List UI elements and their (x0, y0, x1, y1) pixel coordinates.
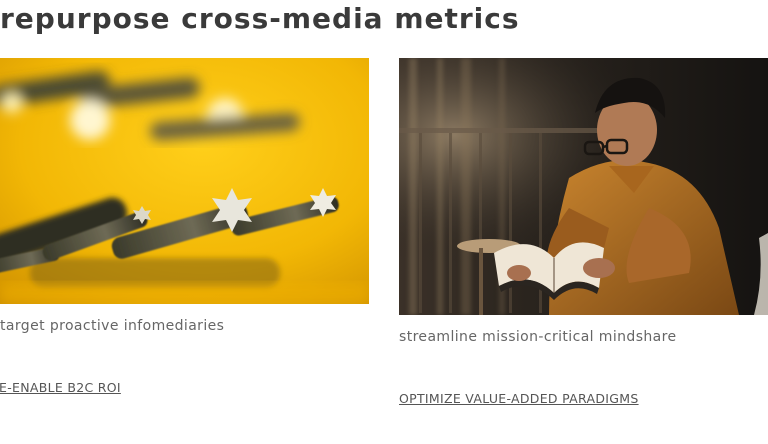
card-image (0, 58, 369, 304)
card-description: target proactive infomediaries (0, 318, 225, 334)
feature-card: target proactive infomediaries E-ENABLE … (0, 58, 369, 395)
card-image (399, 58, 768, 315)
section-title: repurpose cross-media metrics (0, 2, 520, 35)
card-cta-link[interactable]: E-ENABLE B2C ROI (0, 380, 121, 395)
page: repurpose cross-media metrics target pro… (0, 0, 768, 444)
drill-bits-photo (0, 58, 369, 304)
card-cta-link[interactable]: OPTIMIZE VALUE-ADDED PARADIGMS (399, 391, 639, 406)
feature-card: streamline mission-critical mindshare OP… (399, 58, 768, 406)
card-description: streamline mission-critical mindshare (399, 329, 677, 345)
reading-man-photo (399, 58, 768, 315)
